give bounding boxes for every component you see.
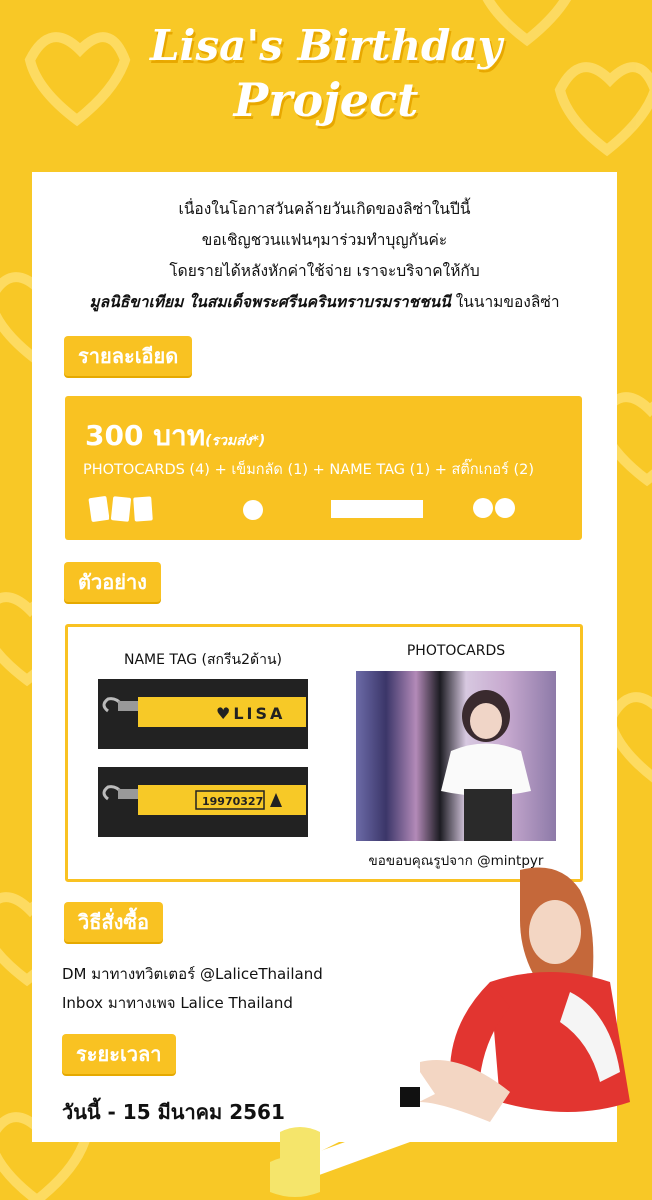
intro-line-4-rest: ในนามของลิซ่า xyxy=(450,293,560,311)
nametag-back-text: 19970327 xyxy=(202,795,263,808)
nametag-icon xyxy=(331,500,423,518)
nametag-front-text: ♥LISA xyxy=(216,704,285,723)
intro-text: เนื่องในโอกาสวันคล้ายวันเกิดของลิซ่าในปี… xyxy=(32,194,617,318)
foundation-name: มูลนิธิขาเทียม ในสมเด็จพระศรีนครินทราบรม… xyxy=(89,293,451,311)
price: 300 บาท(รวมส่ง*) xyxy=(85,414,265,458)
period-date: วันนี้ - 15 มีนาคม 2561 xyxy=(62,1100,285,1124)
nametag-front-photo: ♥LISA xyxy=(98,679,308,749)
price-amount: 300 บาท xyxy=(85,419,206,452)
photocard-image xyxy=(356,671,556,841)
price-note: (รวมส่ง*) xyxy=(205,433,266,449)
intro-line-3: โดยรายได้หลังหักค่าใช้จ่าย เราจะบริจาคให… xyxy=(169,262,480,280)
stickers-icon xyxy=(473,498,515,518)
period-tag: ระยะเวลา xyxy=(62,1034,176,1074)
lisa-photo xyxy=(270,867,630,1197)
intro-line-1: เนื่องในโอกาสวันคล้ายวันเกิดของลิซ่าในปี… xyxy=(178,200,471,218)
order-tag: วิธีสั่งซื้อ xyxy=(64,902,163,942)
photocards-icon xyxy=(86,494,155,524)
samples-tag: ตัวอย่าง xyxy=(64,562,161,602)
samples-box: NAME TAG (สกรีน2ด้าน) ♥LISA 19970327 PHO… xyxy=(65,624,583,882)
details-box: 300 บาท(รวมส่ง*) PHOTOCARDS (4) + เข็มกล… xyxy=(65,396,582,540)
details-tag: รายละเอียด xyxy=(64,336,193,376)
intro-line-2: ขอเชิญชวนแฟนๆมาร่วมทำบุญกันค่ะ xyxy=(201,231,448,249)
nametag-title: NAME TAG (สกรีน2ด้าน) xyxy=(124,652,282,668)
badge-icon xyxy=(243,500,263,520)
title-line-2: Project xyxy=(233,73,419,127)
title-line-1: Lisa's Birthday xyxy=(150,21,502,70)
items-list: PHOTOCARDS (4) + เข็มกลัด (1) + NAME TAG… xyxy=(83,462,534,478)
nametag-back-photo: 19970327 xyxy=(98,767,308,837)
photocards-title: PHOTOCARDS xyxy=(406,643,506,659)
item-icons xyxy=(86,494,515,524)
project-title: Lisa's Birthday Project xyxy=(0,20,652,128)
intro-line-4: มูลนิธิขาเทียม ในสมเด็จพระศรีนครินทราบรม… xyxy=(32,287,617,318)
